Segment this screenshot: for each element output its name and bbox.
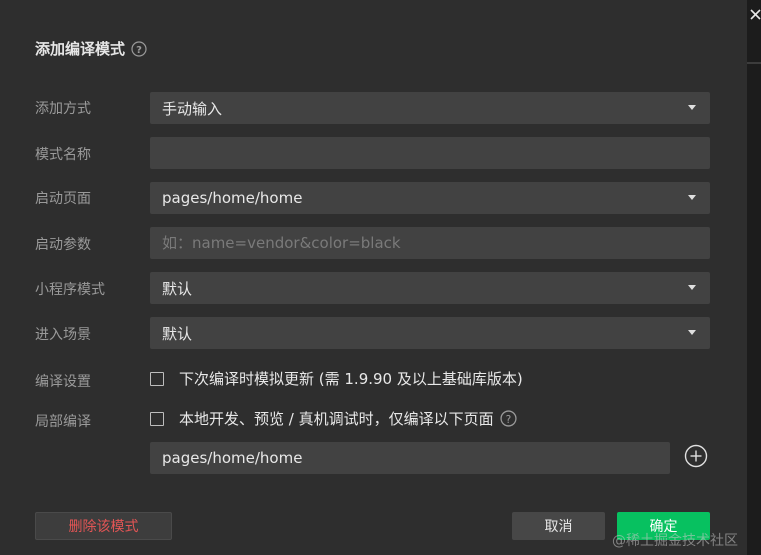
cancel-button[interactable]: 取消	[512, 512, 605, 540]
close-icon[interactable]	[750, 9, 761, 20]
mini-program-mode-value: 默认	[162, 279, 193, 298]
compile-settings-label: 编译设置	[35, 374, 91, 390]
mode-name-field-wrapper	[150, 137, 710, 169]
start-page-value: pages/home/home	[162, 189, 303, 207]
background-panel	[747, 0, 761, 555]
simulate-update-option: 下次编译时模拟更新 (需 1.9.90 及以上基础库版本)	[150, 368, 523, 389]
divider	[747, 62, 761, 64]
add-method-value: 手动输入	[162, 99, 223, 118]
question-circle-icon[interactable]: ?	[500, 410, 517, 427]
chevron-down-icon	[688, 285, 696, 290]
mini-program-mode-label: 小程序模式	[35, 282, 105, 298]
simulate-update-checkbox[interactable]	[150, 371, 164, 386]
add-method-label: 添加方式	[35, 101, 91, 117]
delete-mode-button[interactable]: 删除该模式	[35, 512, 172, 540]
add-method-select[interactable]: 手动输入	[150, 92, 710, 124]
svg-text:?: ?	[505, 413, 511, 426]
partial-compile-checkbox[interactable]	[150, 411, 164, 426]
chevron-down-icon	[688, 105, 696, 110]
start-page-select[interactable]: pages/home/home	[150, 182, 710, 214]
mode-name-input[interactable]	[162, 144, 710, 162]
partial-compile-text: 本地开发、预览 / 真机调试时，仅编译以下页面	[179, 410, 494, 428]
start-params-input[interactable]	[162, 234, 710, 252]
start-params-field-wrapper	[150, 227, 710, 259]
add-circle-icon[interactable]	[684, 444, 708, 468]
partial-compile-label: 局部编译	[35, 414, 91, 430]
watermark: @稀土掘金技术社区	[612, 533, 738, 549]
entry-scene-select[interactable]: 默认	[150, 317, 710, 349]
partial-compile-page-field[interactable]: pages/home/home	[150, 442, 670, 474]
entry-scene-label: 进入场景	[35, 327, 91, 343]
partial-compile-page-value: pages/home/home	[162, 449, 303, 467]
entry-scene-value: 默认	[162, 324, 193, 343]
chevron-down-icon	[688, 330, 696, 335]
dialog-title-text: 添加编译模式	[35, 40, 126, 58]
simulate-update-text: 下次编译时模拟更新 (需 1.9.90 及以上基础库版本)	[179, 370, 523, 388]
partial-compile-option: 本地开发、预览 / 真机调试时，仅编译以下页面 ?	[150, 408, 517, 429]
mini-program-mode-select[interactable]: 默认	[150, 272, 710, 304]
dialog-title: 添加编译模式 ?	[35, 38, 147, 59]
svg-text:?: ?	[136, 45, 142, 56]
start-params-label: 启动参数	[35, 237, 91, 253]
mode-name-label: 模式名称	[35, 147, 91, 163]
question-circle-icon[interactable]: ?	[131, 40, 147, 57]
start-page-label: 启动页面	[35, 191, 91, 207]
chevron-down-icon	[688, 195, 696, 200]
compile-mode-dialog: 添加编译模式 ? 添加方式 手动输入 模式名称 启动页面 pages/home/…	[0, 0, 747, 555]
